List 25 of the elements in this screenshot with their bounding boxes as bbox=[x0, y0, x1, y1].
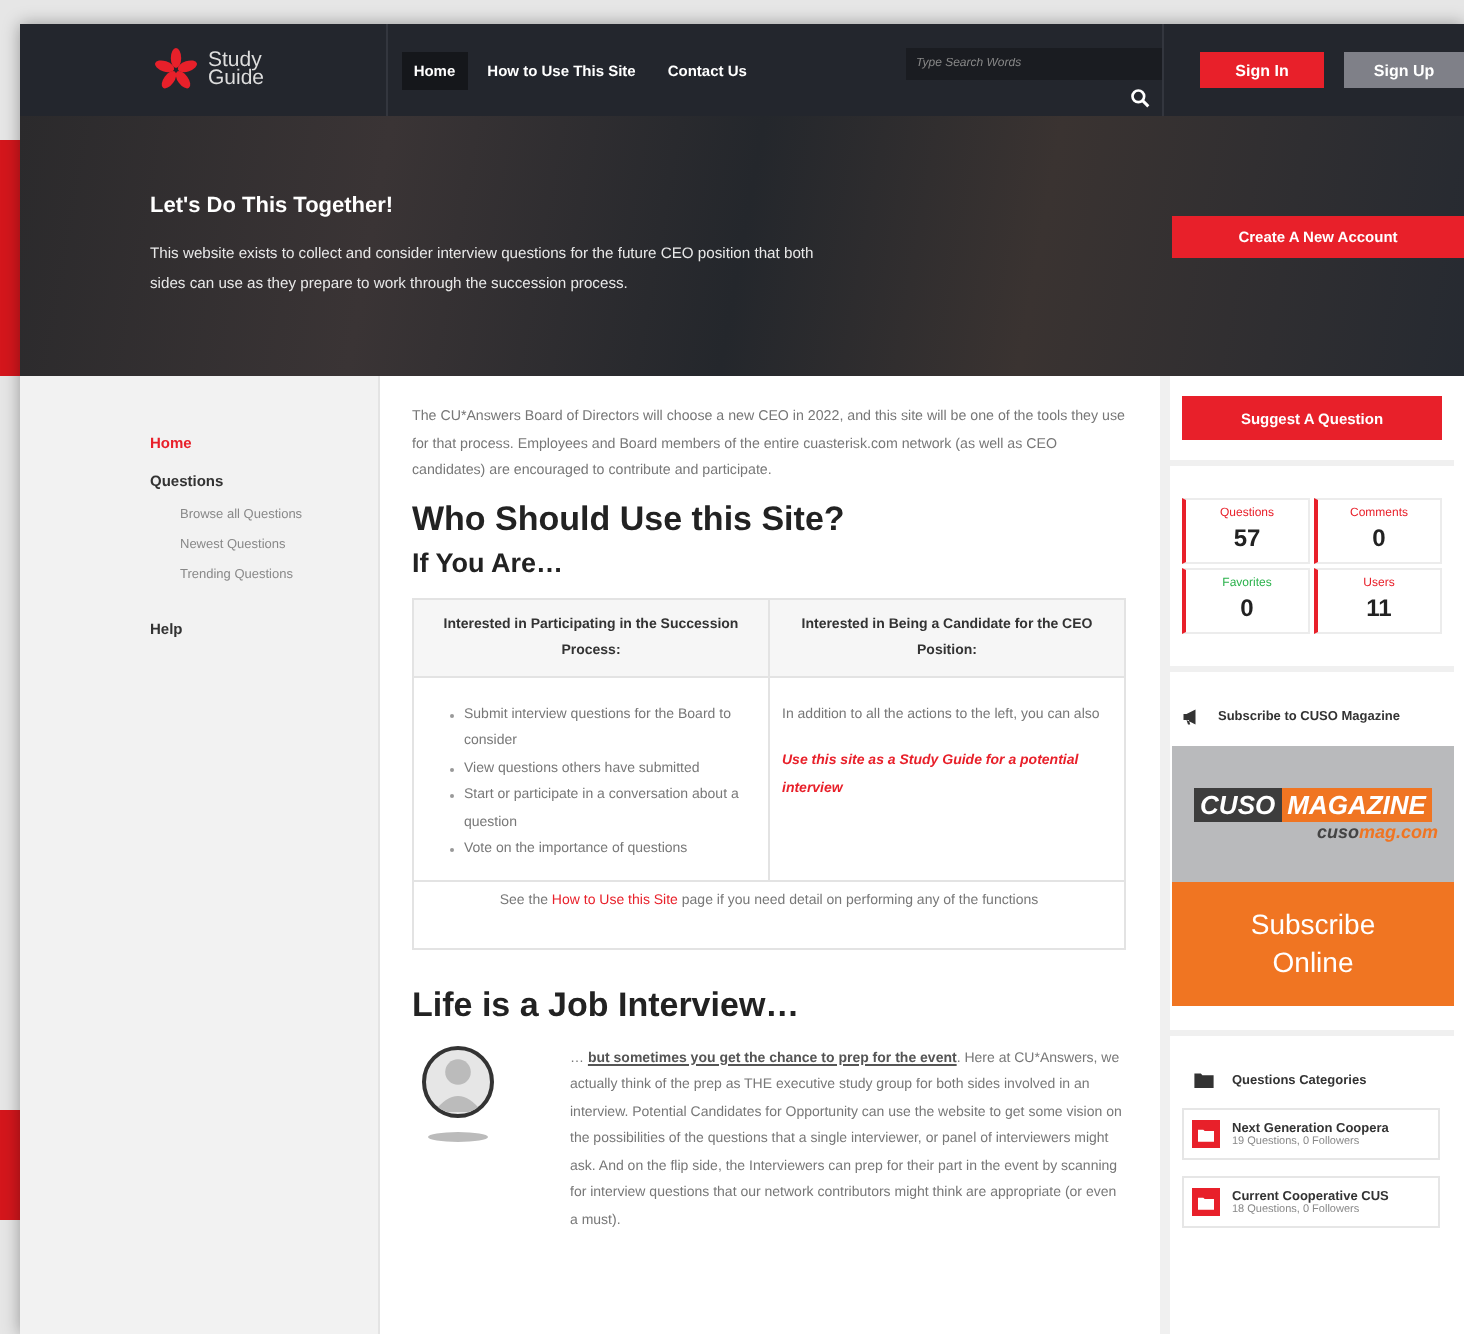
avatar-shadow bbox=[428, 1131, 488, 1141]
brand-text: MAGAZINE bbox=[1281, 787, 1432, 821]
stat-value: 57 bbox=[1233, 524, 1261, 552]
decor-stripe bbox=[0, 1110, 20, 1220]
stat-value: 11 bbox=[1366, 594, 1392, 622]
hero-title: Let's Do This Together! bbox=[150, 194, 396, 218]
folder-icon bbox=[1192, 1120, 1220, 1148]
sign-up-button[interactable]: Sign Up bbox=[1344, 52, 1464, 88]
brand-text: CUSO bbox=[1194, 787, 1282, 821]
asterisk-logo-icon[interactable] bbox=[152, 46, 200, 94]
banner-cta: Subscribe Online bbox=[1172, 882, 1454, 1006]
folder-icon bbox=[1192, 1188, 1220, 1216]
megaphone-icon bbox=[1182, 708, 1200, 726]
section-heading: Life is a Job Interview… bbox=[412, 985, 802, 1025]
avatar-circle bbox=[422, 1045, 494, 1117]
stat-value: 0 bbox=[1240, 594, 1254, 622]
folder-icon bbox=[1194, 1072, 1214, 1088]
section-heading: Who Should Use this Site? bbox=[412, 499, 847, 539]
logo-text[interactable]: Study Guide bbox=[208, 52, 265, 88]
section-subheading: If You Are… bbox=[412, 547, 566, 577]
site-text: cuso bbox=[1316, 821, 1359, 841]
search-icon[interactable] bbox=[1130, 88, 1151, 108]
site-text: mag.com bbox=[1358, 821, 1438, 841]
stat-value: 0 bbox=[1372, 524, 1386, 552]
sign-in-button[interactable]: Sign In bbox=[1200, 52, 1325, 88]
